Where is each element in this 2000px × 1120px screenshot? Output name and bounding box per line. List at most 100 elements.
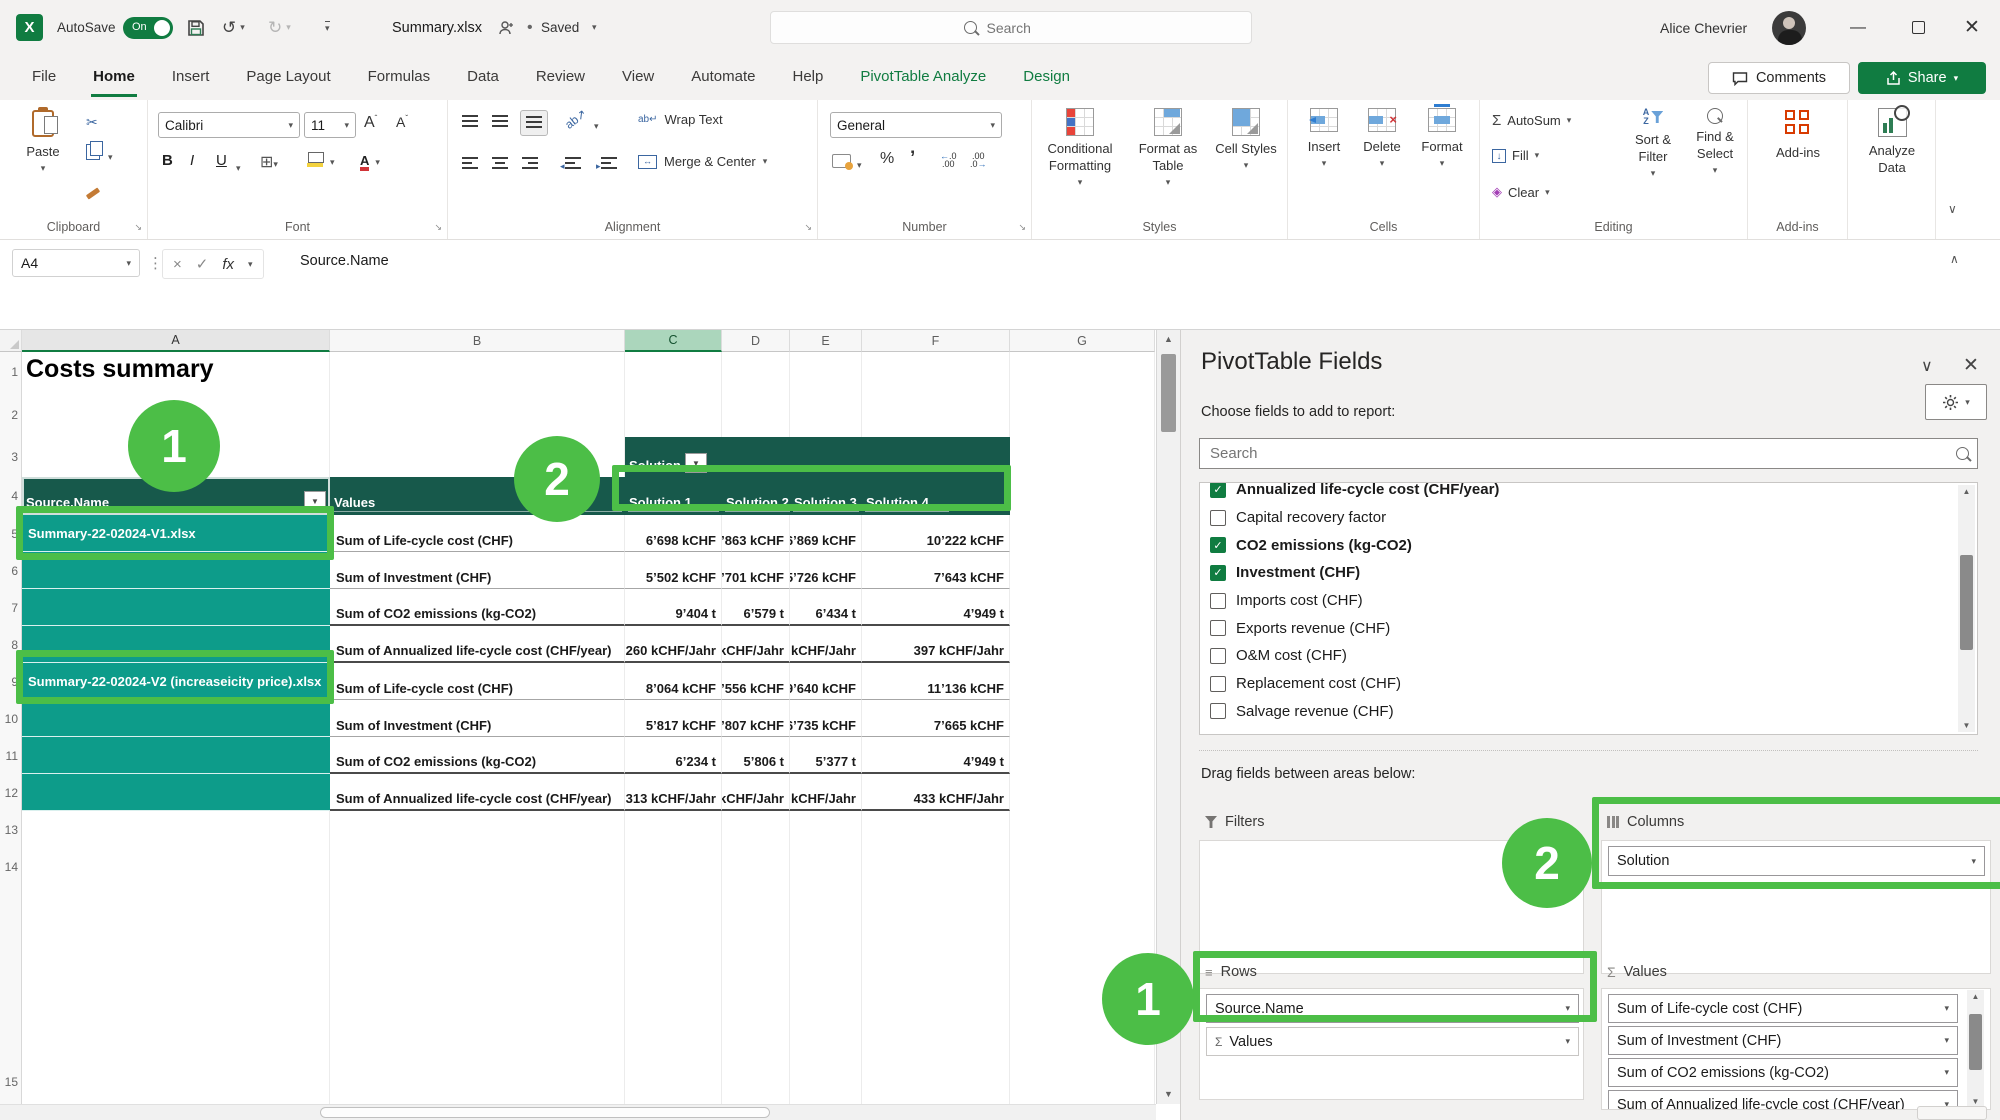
cell-styles-button[interactable]: Cell Styles ▾ — [1214, 108, 1278, 174]
cell-c8[interactable]: 260 kCHF/Jahr — [625, 626, 722, 663]
column-header-b[interactable]: B — [330, 330, 625, 352]
minimize-button[interactable]: — — [1838, 0, 1878, 55]
column-header-c[interactable]: C — [625, 330, 722, 352]
table-row[interactable]: Sum of Investment (CHF) — [330, 700, 625, 737]
tab-review[interactable]: Review — [534, 58, 587, 97]
cell-d7[interactable]: 6’579 t — [722, 589, 790, 626]
cell-g14[interactable] — [1010, 848, 1155, 885]
row-header-15[interactable]: 15 — [0, 1059, 22, 1104]
cell-g15[interactable] — [1010, 1059, 1155, 1104]
top-align-button[interactable] — [462, 114, 478, 132]
table-row[interactable]: Sum of Annualized life-cycle cost (CHF/y… — [330, 774, 625, 811]
field-item-replacement[interactable]: Replacement cost (CHF) — [1210, 670, 1953, 698]
cell-a10[interactable] — [22, 700, 330, 737]
cell-d1[interactable] — [722, 352, 790, 392]
scroll-up-icon[interactable]: ▲ — [1157, 334, 1180, 344]
cell-a13[interactable] — [22, 811, 330, 848]
cell-e7[interactable]: 6’434 t — [790, 589, 862, 626]
tab-data[interactable]: Data — [465, 58, 501, 97]
cell-e15[interactable] — [790, 1059, 862, 1104]
cell-e1[interactable] — [790, 352, 862, 392]
field-item-annualized[interactable]: ✓ Annualized life-cycle cost (CHF/year) — [1210, 482, 1953, 504]
cell-d6[interactable]: 5’701 kCHF — [722, 552, 790, 589]
cell-g10[interactable] — [1010, 700, 1155, 737]
cell-c11[interactable]: 6’234 t — [625, 737, 722, 774]
cell-e11[interactable]: 5’377 t — [790, 737, 862, 774]
find-select-button[interactable]: Find & Select ▾ — [1686, 108, 1744, 179]
cell-e14[interactable] — [790, 848, 862, 885]
scroll-down-icon[interactable]: ▼ — [1157, 1089, 1180, 1099]
column-header-e[interactable]: E — [790, 330, 862, 352]
values-field-lifecycle[interactable]: Sum of Life-cycle cost (CHF) ▾ — [1608, 994, 1958, 1023]
cell-g13[interactable] — [1010, 811, 1155, 848]
clear-button[interactable]: ◈ Clear▾ — [1492, 184, 1550, 200]
borders-button[interactable]: ⊞▾ — [260, 152, 278, 172]
cell-g4[interactable] — [1010, 477, 1155, 515]
cell-f12[interactable]: 433 kCHF/Jahr — [862, 774, 1010, 811]
values-scroll-up-icon[interactable]: ▲ — [1967, 992, 1984, 1001]
format-painter-button[interactable] — [86, 180, 100, 198]
cell-g2[interactable] — [1010, 392, 1155, 437]
percent-style-button[interactable]: % — [880, 150, 894, 168]
document-title[interactable]: Summary.xlsx — [392, 0, 482, 55]
cell-f11[interactable]: 4’949 t — [862, 737, 1010, 774]
tab-pivottable-analyze[interactable]: PivotTable Analyze — [858, 58, 988, 97]
search-box[interactable] — [770, 11, 1252, 44]
cell-b14[interactable] — [330, 848, 625, 885]
cell-e9[interactable]: 9’640 kCHF — [790, 663, 862, 700]
cell-g8[interactable] — [1010, 626, 1155, 663]
checkbox-checked-icon[interactable]: ✓ — [1210, 482, 1226, 498]
field-item-capital-recovery[interactable]: Capital recovery factor — [1210, 504, 1953, 532]
comma-style-button[interactable]: ’ — [910, 148, 915, 170]
cell-e6[interactable]: 5’726 kCHF — [790, 552, 862, 589]
cell-d14[interactable] — [722, 848, 790, 885]
list-scroll-up-icon[interactable]: ▲ — [1958, 487, 1975, 496]
cell-g12[interactable] — [1010, 774, 1155, 811]
tab-design[interactable]: Design — [1021, 58, 1072, 97]
underline-chevron-icon[interactable]: ▾ — [236, 158, 241, 176]
collapse-ribbon-icon[interactable]: ∨ — [1948, 202, 1957, 216]
clipboard-dialog-launcher[interactable]: ↘ — [134, 222, 142, 233]
update-button-fragment[interactable] — [1917, 1106, 1987, 1120]
cell-d5[interactable]: 6’863 kCHF — [722, 515, 790, 552]
cell-c7[interactable]: 9’404 t — [625, 589, 722, 626]
cell-c15[interactable] — [625, 1059, 722, 1104]
delete-cells-button[interactable]: × Delete ▾ — [1354, 108, 1410, 172]
column-header-a[interactable]: A — [22, 330, 330, 352]
row-header-7[interactable]: 7 — [0, 589, 22, 626]
cell-c9[interactable]: 8’064 kCHF — [625, 663, 722, 700]
field-item-om-cost[interactable]: O&M cost (CHF) — [1210, 642, 1953, 670]
share-people-icon[interactable] — [498, 0, 516, 55]
restore-button[interactable] — [1898, 0, 1938, 55]
cell-c14[interactable] — [625, 848, 722, 885]
font-size-select[interactable]: 11▾ — [304, 112, 356, 138]
list-scroll-down-icon[interactable]: ▼ — [1958, 721, 1975, 730]
cell-b15[interactable] — [330, 1059, 625, 1104]
tab-formulas[interactable]: Formulas — [366, 58, 433, 97]
pane-close-icon[interactable]: ✕ — [1963, 354, 1979, 377]
cell-g3[interactable] — [1010, 437, 1155, 477]
decrease-indent-button[interactable]: ◂ — [560, 156, 581, 174]
saved-status[interactable]: Saved — [541, 0, 579, 55]
share-button[interactable]: Share ▾ — [1858, 62, 1986, 94]
values-scrollbar[interactable]: ▲ ▼ — [1967, 990, 1984, 1108]
fill-color-button[interactable]: ▾ — [308, 152, 335, 170]
spacer-a[interactable] — [22, 885, 330, 1059]
insert-function-button[interactable]: fx — [222, 256, 234, 273]
cell-a14[interactable] — [22, 848, 330, 885]
font-dialog-launcher[interactable]: ↘ — [434, 222, 442, 233]
values-scroll-down-icon[interactable]: ▼ — [1967, 1097, 1984, 1106]
addins-button[interactable]: Add-ins — [1768, 110, 1828, 161]
select-all-corner[interactable] — [0, 330, 22, 352]
close-button[interactable]: ✕ — [1952, 0, 1992, 55]
bold-button[interactable]: B — [162, 152, 173, 169]
cell-g5[interactable] — [1010, 515, 1155, 552]
cell-c1[interactable] — [625, 352, 722, 392]
fill-button[interactable]: ↓ Fill▾ — [1492, 148, 1539, 163]
insert-cells-button[interactable]: Insert ▾ — [1298, 108, 1350, 172]
cut-button[interactable]: ✂ — [86, 114, 98, 132]
name-box[interactable]: A4 ▾ — [12, 249, 140, 277]
row-header-10[interactable]: 10 — [0, 700, 22, 737]
row-header-13[interactable]: 13 — [0, 811, 22, 848]
cell-f13[interactable] — [862, 811, 1010, 848]
